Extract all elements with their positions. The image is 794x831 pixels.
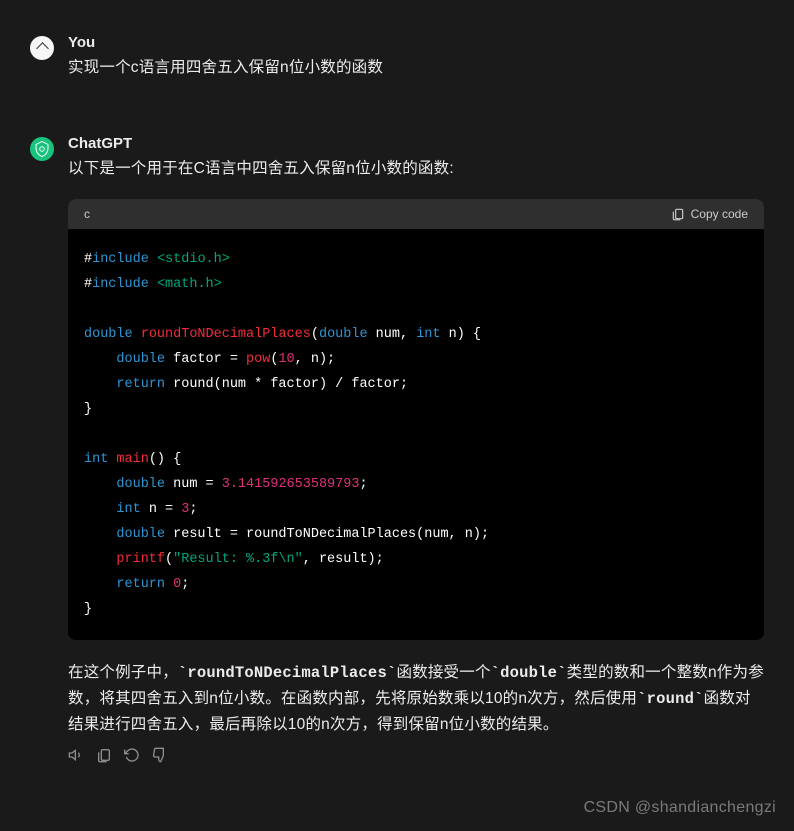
code-header: c Copy code bbox=[68, 199, 764, 229]
user-message: You 实现一个c语言用四舍五入保留n位小数的函数 bbox=[0, 30, 794, 101]
copy-code-label: Copy code bbox=[691, 207, 748, 221]
code-block: c Copy code #include <stdio.h> #include … bbox=[68, 199, 764, 640]
user-text: 实现一个c语言用四舍五入保留n位小数的函数 bbox=[68, 55, 764, 81]
regenerate-icon[interactable] bbox=[124, 747, 140, 763]
user-avatar bbox=[30, 36, 54, 60]
user-content: You 实现一个c语言用四舍五入保留n位小数的函数 bbox=[68, 34, 764, 81]
assistant-avatar bbox=[30, 137, 54, 161]
thumbs-down-icon[interactable] bbox=[152, 747, 168, 763]
openai-logo-icon bbox=[33, 140, 51, 158]
code-body[interactable]: #include <stdio.h> #include <math.h> dou… bbox=[68, 229, 764, 640]
clipboard-icon bbox=[671, 207, 685, 221]
watermark: CSDN @shandianchengzi bbox=[584, 799, 776, 817]
code-language-label: c bbox=[84, 207, 90, 221]
copy-code-button[interactable]: Copy code bbox=[671, 207, 748, 221]
inline-code-round: `round` bbox=[637, 690, 704, 708]
assistant-author-label: ChatGPT bbox=[68, 135, 764, 152]
inline-code-double: `double` bbox=[491, 664, 567, 682]
message-actions bbox=[68, 747, 764, 763]
clipboard-icon[interactable] bbox=[96, 747, 112, 763]
inline-code-roundto: `roundToNDecimalPlaces` bbox=[178, 664, 397, 682]
user-author-label: You bbox=[68, 34, 764, 51]
assistant-intro: 以下是一个用于在C语言中四舍五入保留n位小数的函数: bbox=[68, 156, 764, 182]
assistant-content: ChatGPT 以下是一个用于在C语言中四舍五入保留n位小数的函数: c Cop… bbox=[68, 135, 764, 762]
assistant-explanation: 在这个例子中，`roundToNDecimalPlaces`函数接受一个`dou… bbox=[68, 660, 764, 739]
volume-icon[interactable] bbox=[68, 747, 84, 763]
assistant-message: ChatGPT 以下是一个用于在C语言中四舍五入保留n位小数的函数: c Cop… bbox=[0, 131, 794, 782]
